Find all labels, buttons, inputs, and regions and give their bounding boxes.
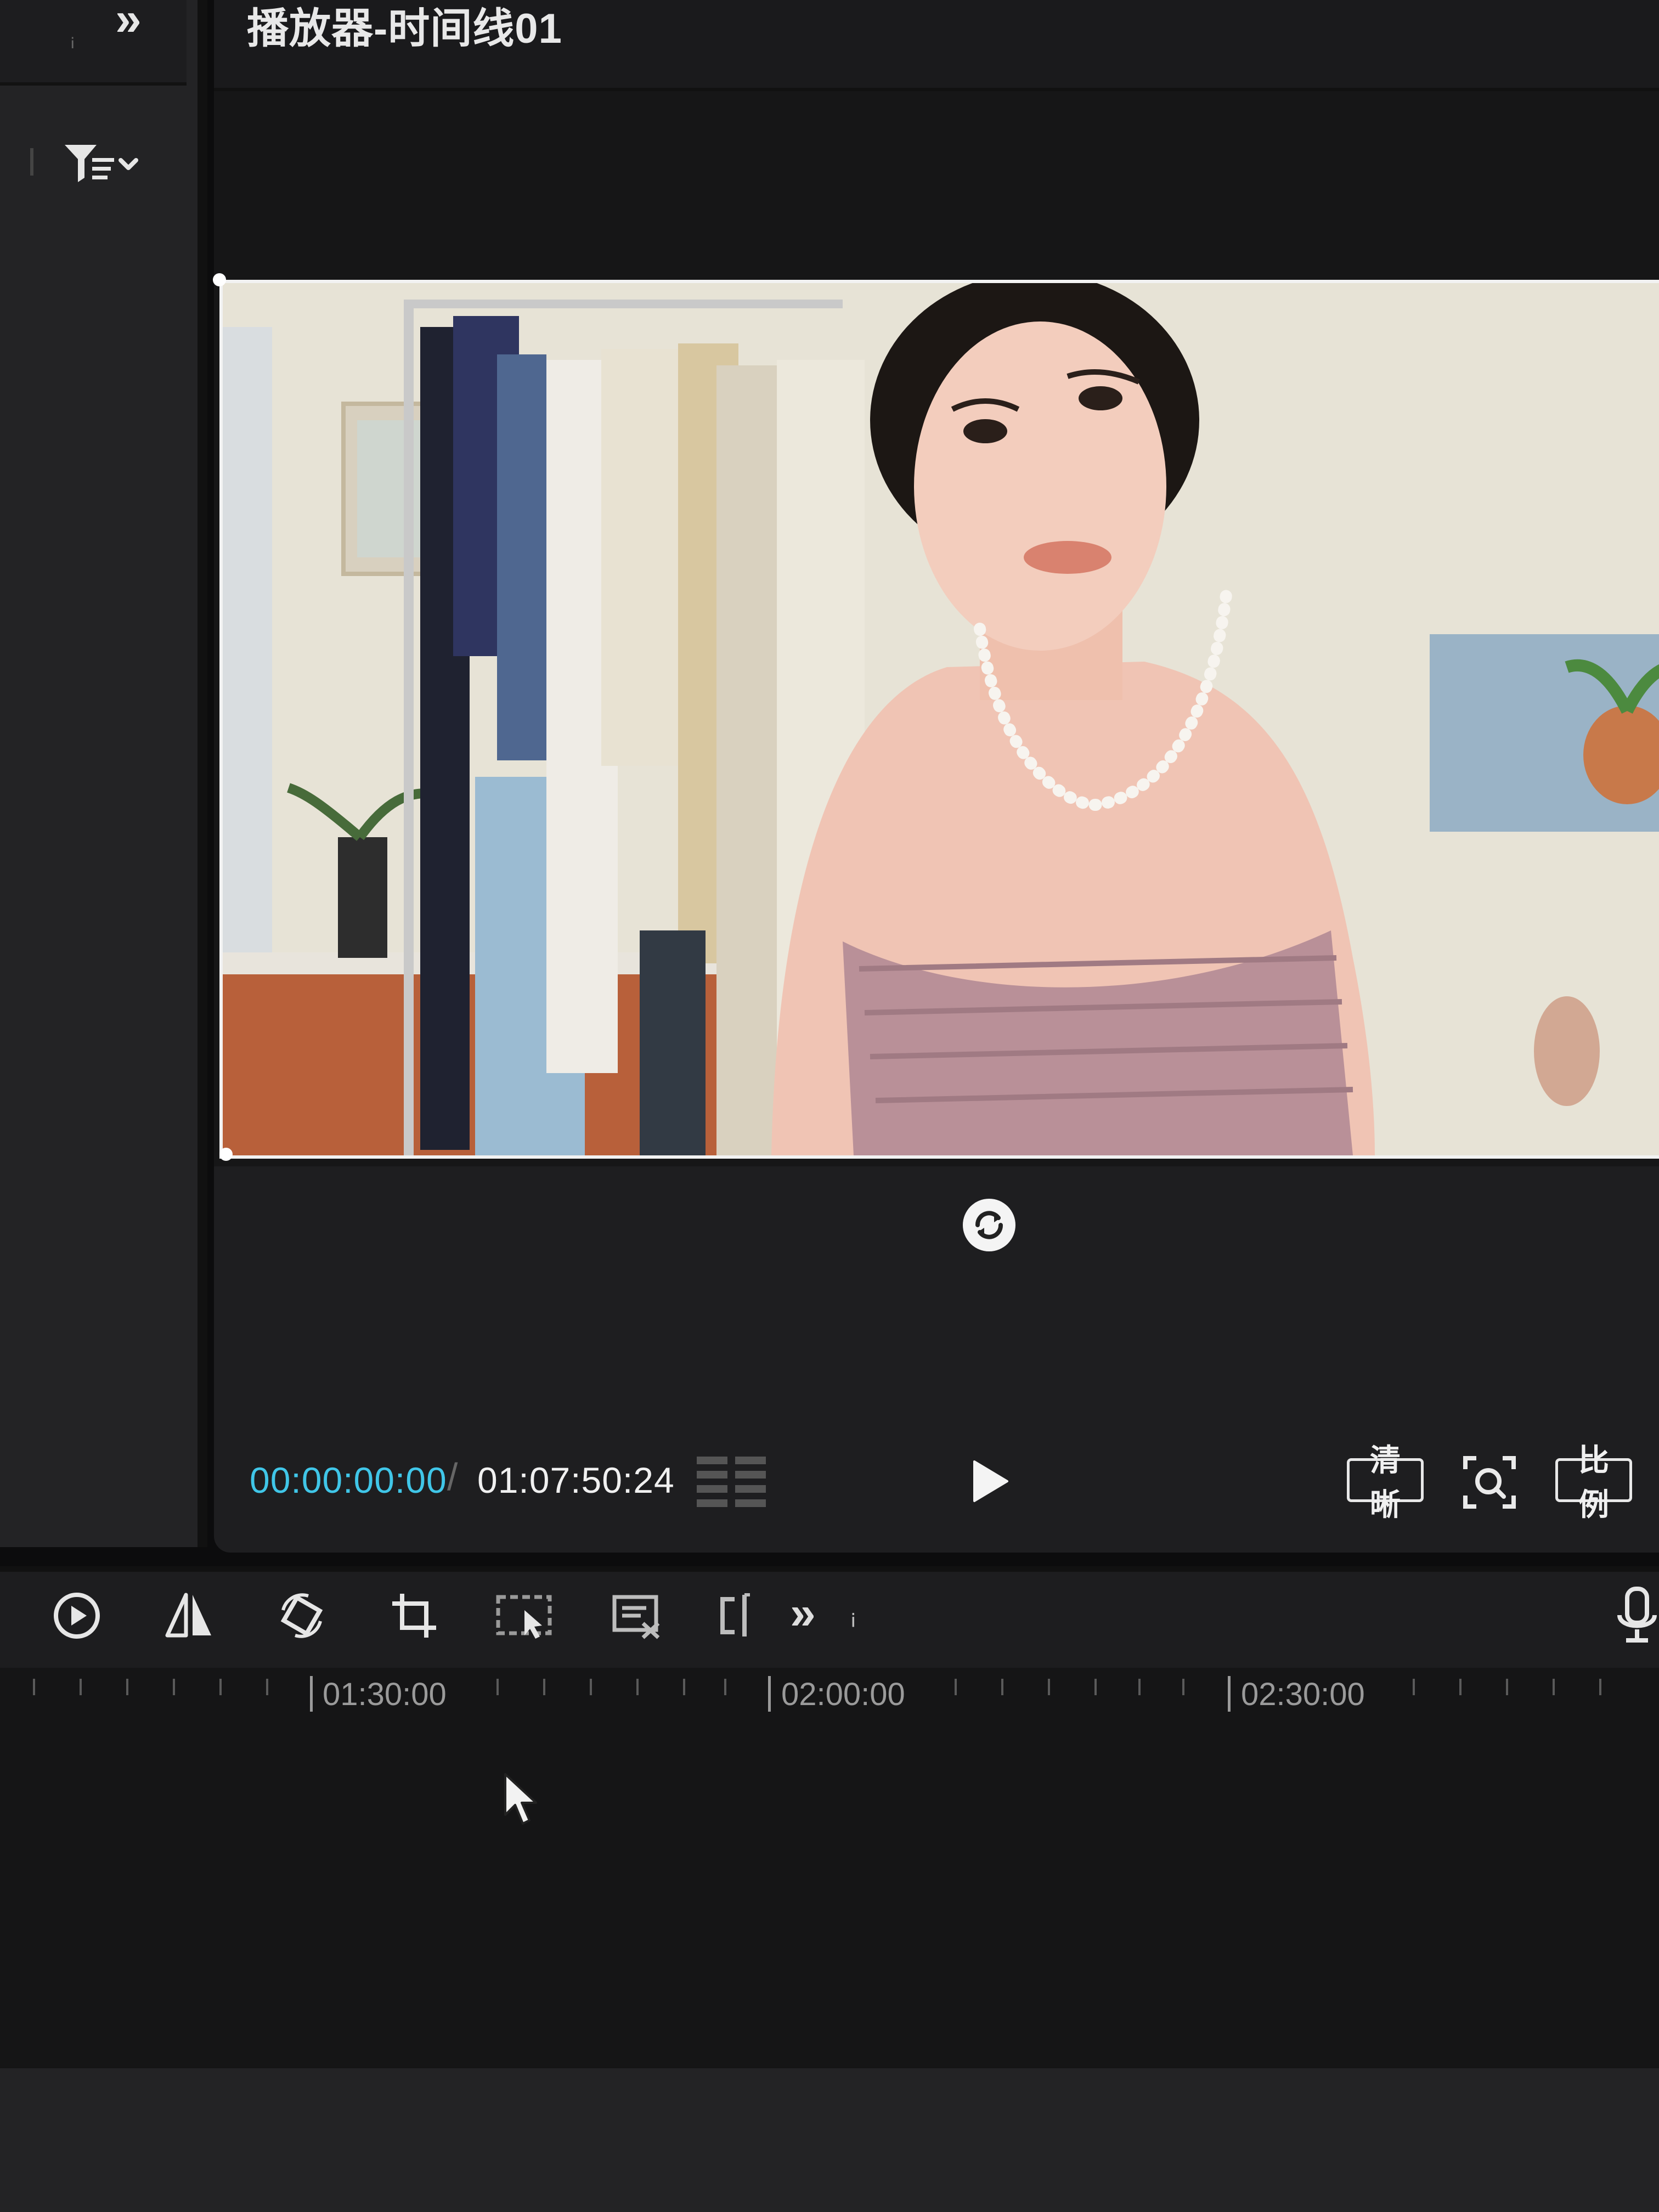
toolbar-divider: [30, 148, 33, 176]
player-title-bar: 播放器-时间线01: [214, 0, 1659, 91]
subtitle-edit-icon: [612, 1595, 660, 1639]
ruler-tick: [173, 1679, 175, 1695]
mirror-button[interactable]: [159, 1585, 219, 1646]
ruler-tick: [496, 1679, 499, 1695]
rotate-icon: [280, 1593, 323, 1638]
filter-sort-icon[interactable]: [61, 142, 144, 185]
microphone-icon[interactable]: [1613, 1585, 1659, 1646]
ruler-label: 02:30:00: [1241, 1677, 1365, 1712]
player-title: 播放器-时间线01: [247, 5, 562, 52]
ruler-tick: [636, 1679, 639, 1695]
rotate-button[interactable]: [272, 1585, 332, 1646]
ruler-tick: [1459, 1679, 1462, 1695]
ruler-major-tick: [768, 1676, 771, 1712]
crop-button[interactable]: [384, 1585, 444, 1646]
subtitle-edit-button[interactable]: [606, 1585, 667, 1646]
ruler-tick: [1506, 1679, 1508, 1695]
edit-toolbar: [0, 1566, 1659, 1671]
aspect-ratio-button[interactable]: 比例: [1555, 1443, 1632, 1522]
split-icon: [720, 1593, 750, 1637]
timecode-separator: /: [447, 1455, 458, 1498]
select-area-button[interactable]: [494, 1585, 554, 1646]
select-area-icon: [496, 1595, 552, 1639]
split-button[interactable]: [708, 1585, 768, 1646]
ruler-label: 01:30:00: [323, 1677, 447, 1712]
play-icon[interactable]: [971, 1459, 1009, 1503]
ruler-tick: [1599, 1679, 1601, 1695]
zoom-fit-icon[interactable]: [1462, 1455, 1517, 1510]
ruler-tick: [1001, 1679, 1003, 1695]
refresh-icon: [975, 1211, 1003, 1239]
ruler-tick: [219, 1679, 222, 1695]
ruler-tick: [955, 1679, 957, 1695]
video-preview[interactable]: [219, 280, 1659, 1159]
ruler-tick: [80, 1679, 82, 1695]
current-timecode[interactable]: 00:00:00:00: [250, 1459, 447, 1501]
ruler-tick: [590, 1679, 592, 1695]
ruler-tick: [1413, 1679, 1415, 1695]
ruler-tick: [543, 1679, 545, 1695]
grid-view-icon[interactable]: [697, 1457, 768, 1509]
crop-icon: [392, 1594, 436, 1638]
play-from-start-button[interactable]: [47, 1585, 107, 1646]
ruler-tick: [1048, 1679, 1050, 1695]
timeline-track-area[interactable]: [0, 2068, 1659, 2212]
ruler-tick: [266, 1679, 268, 1695]
ruler-tick: [1553, 1679, 1555, 1695]
mouse-cursor-icon: [504, 1773, 537, 1825]
more-tools-button[interactable]: »: [790, 1588, 816, 1638]
total-duration: 01:07:50:24: [477, 1460, 675, 1500]
video-frame-image: [223, 283, 1659, 1155]
ruler-tick: [1182, 1679, 1184, 1695]
media-panel-header: [0, 0, 187, 86]
toolbar-divider-tick: ⁱ: [850, 1608, 856, 1645]
ruler-label: 02:00:00: [781, 1677, 905, 1712]
media-panel: [0, 0, 207, 1547]
divider-tick: ⁱ: [70, 34, 75, 63]
ruler-tick: [683, 1679, 685, 1695]
resize-handle-top-left[interactable]: [213, 273, 226, 286]
ruler-tick: [1094, 1679, 1097, 1695]
resize-handle-bottom-left[interactable]: [219, 1148, 233, 1161]
double-chevron-right-icon[interactable]: »: [115, 0, 142, 43]
ruler-tick: [1138, 1679, 1141, 1695]
refresh-button[interactable]: [963, 1199, 1015, 1251]
video-editor-screen: » ⁱ › 播放器-时间线01: [0, 0, 1659, 2212]
mirror-icon: [165, 1593, 211, 1638]
quality-button[interactable]: 清晰: [1347, 1443, 1424, 1522]
ruler-tick: [33, 1679, 35, 1695]
ruler-major-tick: [1228, 1676, 1231, 1712]
ruler-tick: [724, 1679, 726, 1695]
play-from-start-icon: [54, 1593, 100, 1639]
ruler-major-tick: [310, 1676, 313, 1712]
ruler-tick: [126, 1679, 128, 1695]
